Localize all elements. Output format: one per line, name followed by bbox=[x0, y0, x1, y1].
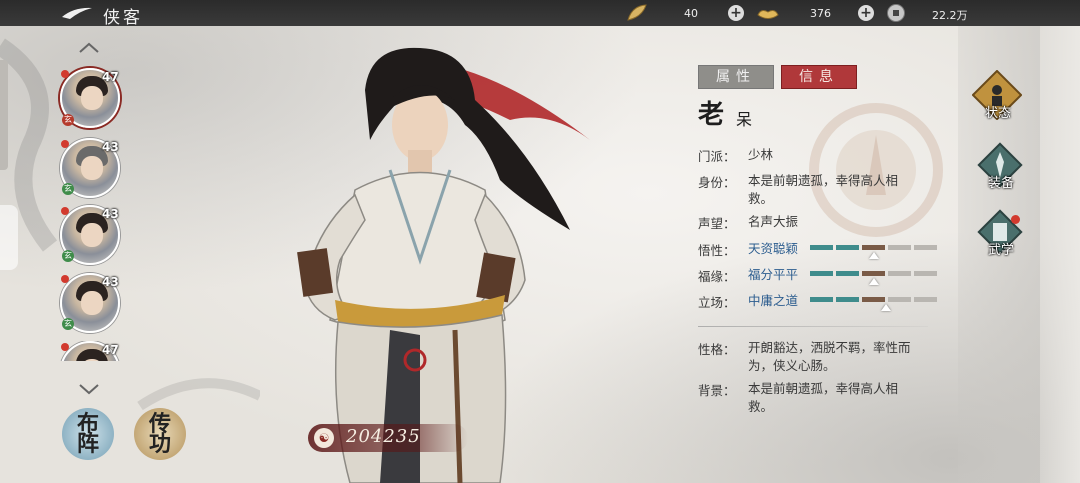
character-name: 老 bbox=[698, 100, 725, 130]
info-key: 性格： bbox=[698, 342, 736, 357]
nav-martial-arts-label: 武学 bbox=[987, 243, 1014, 258]
info-key: 门派： bbox=[698, 149, 736, 164]
notification-dot bbox=[61, 70, 69, 78]
tab-attributes[interactable]: 属性 bbox=[698, 65, 774, 89]
left-side-tab[interactable] bbox=[0, 205, 18, 270]
info-key: 悟性： bbox=[698, 243, 736, 258]
notification-dot bbox=[61, 140, 69, 148]
notification-dot bbox=[1011, 215, 1020, 224]
add-gold-leaf-button[interactable]: + bbox=[728, 5, 744, 21]
notification-dot bbox=[61, 207, 69, 215]
info-value: 名声大振 bbox=[748, 214, 799, 229]
info-key: 声望： bbox=[698, 216, 736, 231]
roster-level: 43 bbox=[102, 140, 119, 154]
nav-status[interactable]: 状态 bbox=[971, 69, 1023, 121]
coin-icon bbox=[887, 4, 905, 22]
roster-grade-badge: 玄 bbox=[62, 318, 74, 330]
gold-leaf-icon bbox=[627, 4, 647, 21]
gold-leaf-count: 40 bbox=[684, 7, 698, 20]
combat-power-value: 204235 bbox=[346, 426, 421, 447]
info-key: 背景： bbox=[698, 383, 736, 398]
stance-marker bbox=[881, 304, 891, 311]
info-key: 福缘： bbox=[698, 269, 736, 284]
add-ingot-button[interactable]: + bbox=[858, 5, 874, 21]
roster-level: 47 bbox=[102, 343, 119, 357]
formation-label: 布阵 bbox=[76, 411, 99, 457]
character-illustration bbox=[297, 47, 590, 483]
meditation-icon: ☯ bbox=[314, 428, 334, 448]
teach-skill-button[interactable]: 传功 bbox=[134, 408, 186, 460]
roster-grade-badge: 玄 bbox=[62, 183, 74, 195]
character-name-suffix: 呆 bbox=[736, 110, 753, 129]
ingot-icon bbox=[757, 10, 779, 19]
back-brush-icon[interactable] bbox=[60, 5, 94, 21]
roster-level: 47 bbox=[102, 70, 119, 84]
info-value: 本是前朝遗孤，幸得高人相救。 bbox=[748, 173, 899, 206]
notification-dot bbox=[61, 275, 69, 283]
ink-wash-decoration bbox=[0, 38, 260, 411]
right-edge-panel bbox=[1040, 26, 1080, 483]
info-value: 少林 bbox=[748, 147, 774, 162]
scroll-down-icon[interactable] bbox=[78, 383, 100, 395]
fortune-marker bbox=[869, 278, 879, 285]
section-divider bbox=[698, 326, 928, 327]
nav-equipment[interactable]: 装备 bbox=[975, 140, 1025, 191]
nav-martial-arts[interactable]: 武学 bbox=[975, 207, 1025, 258]
comprehension-marker bbox=[869, 252, 879, 259]
info-value: 开朗豁达，洒脱不羁，率性而为，侠义心肠。 bbox=[748, 340, 911, 373]
coin-count: 22.2万 bbox=[932, 9, 968, 22]
roster-grade-badge: 玄 bbox=[62, 250, 74, 262]
stance-bar bbox=[810, 297, 937, 302]
left-drawer-handle[interactable] bbox=[0, 60, 8, 170]
nav-status-label: 状态 bbox=[984, 106, 1011, 121]
nav-equipment-label: 装备 bbox=[987, 176, 1014, 191]
info-key: 身份： bbox=[698, 175, 736, 190]
notification-dot bbox=[61, 343, 69, 351]
top-bar: 侠客 40 + 376 + 22.2万 bbox=[0, 0, 1080, 28]
fortune-bar bbox=[810, 271, 937, 276]
roster-level: 43 bbox=[102, 275, 119, 289]
roster-grade-badge: 玄 bbox=[62, 114, 74, 126]
info-value: 本是前朝遗孤，幸得高人相救。 bbox=[748, 381, 899, 414]
formation-button[interactable]: 布阵 bbox=[62, 408, 114, 460]
ingot-count: 376 bbox=[810, 7, 831, 20]
combat-power-badge: ☯ 204235 bbox=[308, 424, 468, 452]
comprehension-bar bbox=[810, 245, 937, 250]
roster-level: 43 bbox=[102, 207, 119, 221]
scroll-up-icon[interactable] bbox=[78, 42, 100, 54]
info-key: 立场： bbox=[698, 295, 736, 310]
teach-skill-label: 传功 bbox=[148, 411, 171, 457]
page-title: 侠客 bbox=[103, 8, 143, 28]
tab-info[interactable]: 信息 bbox=[781, 65, 857, 89]
